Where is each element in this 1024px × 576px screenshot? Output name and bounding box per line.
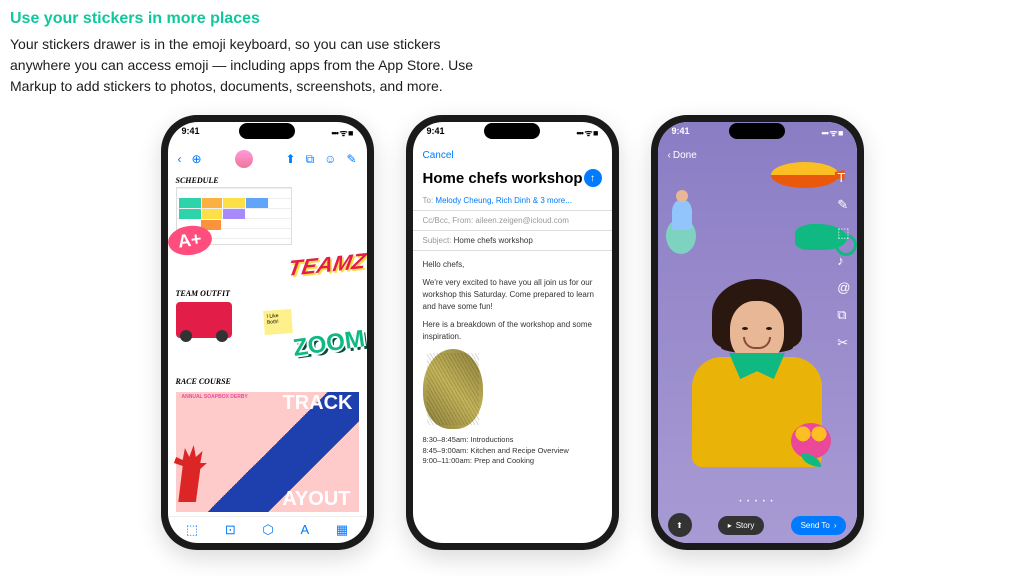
story-button[interactable]: ▸ Story <box>718 516 765 535</box>
tool-3-icon[interactable]: ⬡ <box>262 522 273 538</box>
aplus-sticker: A+ <box>168 223 213 258</box>
done-button[interactable]: ‹Done <box>668 150 697 161</box>
music-tool-icon[interactable]: ♪ <box>837 253 850 268</box>
bread-sticker <box>423 349 483 429</box>
teamz-sticker: TEAMZ <box>286 248 367 282</box>
phone-freeform: 9:41••• ᯤ ■ ‹ ⊕ ⬆ ⧉ ☺ ✎ SCHEDULE <box>161 115 374 550</box>
subject-field[interactable]: Subject: Home chefs workshop <box>413 231 612 251</box>
freeform-toolbar-top: ‹ ⊕ ⬆ ⧉ ☺ ✎ <box>168 146 367 172</box>
shape-tool-icon[interactable]: ⬚ <box>837 225 850 241</box>
section-description: Your stickers drawer is in the emoji key… <box>10 34 490 97</box>
attach-tool-icon[interactable]: ⧉ <box>837 307 850 323</box>
tool-2-icon[interactable]: ⊡ <box>225 522 236 538</box>
emoji-icon[interactable]: ☺ <box>324 152 336 166</box>
dynamic-island <box>484 123 540 139</box>
tool-1-icon[interactable]: ⬚ <box>186 522 198 538</box>
add-icon[interactable]: ⊕ <box>192 152 202 166</box>
phone-mail: 9:41••• ᯤ ■ Cancel Home chefs workshop ↑… <box>406 115 619 550</box>
draw-tool-icon[interactable]: ✎ <box>837 197 850 213</box>
section-title: Use your stickers in more places <box>10 10 1014 28</box>
text-tool-icon[interactable]: T <box>837 170 850 185</box>
cc-field[interactable]: Cc/Bcc, From: aileen.zeigen@icloud.com <box>413 211 612 231</box>
freeform-toolbar-bottom: ⬚ ⊡ ⬡ A ▦ <box>168 516 367 543</box>
phone-showcase: 9:41••• ᯤ ■ ‹ ⊕ ⬆ ⧉ ☺ ✎ SCHEDULE <box>0 115 1024 550</box>
track-poster: ANNUAL SOAPBOX DERBY TRACK AYOUT <box>176 392 359 512</box>
blimp-sticker <box>771 162 839 188</box>
schedule-list: 8:30–8:45am: Introductions 8:45–9:00am: … <box>423 435 602 467</box>
tool-4-icon[interactable]: A <box>300 522 309 538</box>
share-icon[interactable]: ⬆ <box>286 152 296 166</box>
edit-icon[interactable]: ✎ <box>346 152 356 166</box>
gokart-drawing <box>176 302 232 338</box>
phone-markup: 9:41••• ᯤ ■ ‹Done T ✎ ⬚ ♪ @ ⧉ ✂ <box>651 115 864 550</box>
send-to-button[interactable]: Send To › <box>791 516 847 535</box>
copy-icon[interactable]: ⧉ <box>306 152 315 167</box>
mail-body[interactable]: Hello chefs, We're very excited to have … <box>413 251 612 475</box>
sticky-note: I Like Both! <box>263 309 293 335</box>
schedule-label: SCHEDULE <box>176 176 359 185</box>
crop-tool-icon[interactable]: ✂ <box>837 335 850 351</box>
markup-tools: T ✎ ⬚ ♪ @ ⧉ ✂ <box>837 170 850 351</box>
back-icon[interactable]: ‹ <box>178 152 182 166</box>
to-field[interactable]: To: Melody Cheung, Rich Dinh & 3 more... <box>413 191 612 211</box>
dynamic-island <box>239 123 295 139</box>
mail-subject-title: Home chefs workshop <box>423 170 583 187</box>
guitarist-sticker <box>666 200 714 258</box>
share-button[interactable]: ⬆ <box>668 513 692 537</box>
page-dots: • • • • • <box>658 499 857 505</box>
tool-5-icon[interactable]: ▦ <box>336 522 348 538</box>
cancel-button[interactable]: Cancel <box>423 150 454 161</box>
flower-sticker <box>791 423 839 467</box>
outfit-label: TEAM OUTFIT <box>176 289 359 298</box>
race-label: RACE COURSE <box>176 377 359 386</box>
mention-tool-icon[interactable]: @ <box>837 280 850 295</box>
avatar-icon[interactable] <box>235 150 253 168</box>
send-button[interactable]: ↑ <box>584 169 602 187</box>
dynamic-island <box>729 123 785 139</box>
